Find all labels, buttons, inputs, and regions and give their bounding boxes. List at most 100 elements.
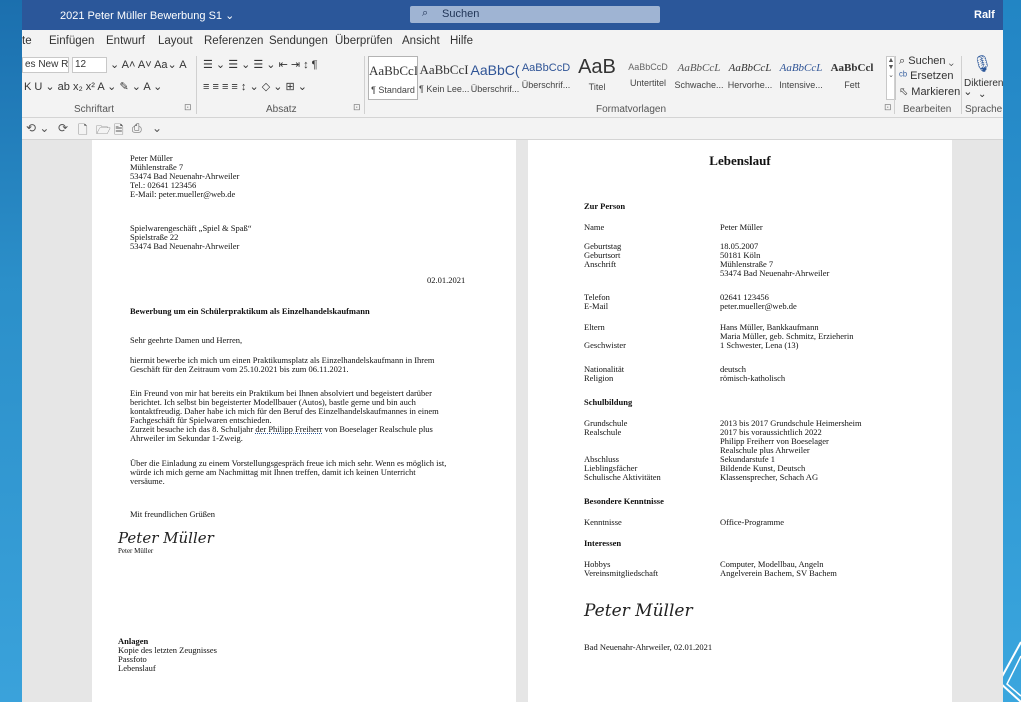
suchen-button[interactable]: ⌕ Suchen ⌄ <box>899 55 954 68</box>
ribbon-separator <box>894 56 895 114</box>
search-icon: ⌕ <box>422 7 429 19</box>
tab-ueberpruefen[interactable]: Überprüfen <box>335 35 393 47</box>
closing: Mit freundlichen Grüßen <box>130 509 215 519</box>
tab-referenzen[interactable]: Referenzen <box>204 35 263 47</box>
body-line: Geschäft für den Zeitraum vom 25.10.2021… <box>130 364 349 374</box>
cv-value: 53474 Bad Neuenahr-Ahrweiler <box>720 268 830 278</box>
style-fett[interactable]: AaBbCcl Fett <box>827 56 877 100</box>
redo-icon[interactable]: ⟳ <box>58 121 68 135</box>
background-right-band <box>1001 0 1021 702</box>
cv-label: Name <box>584 222 605 232</box>
cv-value: 1 Schwester, Lena (13) <box>720 340 799 350</box>
page-cv[interactable]: Lebenslauf Zur Person Name Peter Müller … <box>528 140 952 702</box>
search-box[interactable]: ⌕ Suchen <box>410 6 660 23</box>
cv-label: Realschule <box>584 427 622 437</box>
font-tools-row2[interactable]: K U ⌄ ab x₂ x² A ⌄ ✎ ⌄ A ⌄ <box>24 80 162 93</box>
style-ueberschrift2[interactable]: AaBbCcD Überschrif... <box>521 56 571 100</box>
cv-section-heading: Zur Person <box>584 201 626 211</box>
select-arrow-icon: ⬁ <box>899 86 909 98</box>
cv-section-heading: Besondere Kenntnisse <box>584 496 664 506</box>
new-document-icon[interactable]: 🗋 <box>78 121 88 142</box>
diktieren-dropdown-icon[interactable]: ⌄ <box>978 89 986 100</box>
font-tools-row1[interactable]: ⌄ A˄ A˅ Aa⌄ A <box>110 58 187 71</box>
tab-hilfe[interactable]: Hilfe <box>450 35 473 47</box>
diktieren-button[interactable]: Diktieren <box>964 78 1003 89</box>
style-titel[interactable]: AaB Titel <box>572 56 622 100</box>
cv-title: Lebenslauf <box>709 153 771 168</box>
salutation: Sehr geehrte Damen und Herren, <box>130 335 243 345</box>
word-window: 2021 Peter Müller Bewerbung S1 ⌄ ⌕ Suche… <box>22 0 1003 702</box>
group-label-formatvorlagen: Formatvorlagen <box>596 104 667 115</box>
document-title[interactable]: 2021 Peter Müller Bewerbung S1 ⌄ <box>60 9 234 22</box>
quick-access-toolbar: ⟲ ⌄ ⟳ 🗋 🗁 🗎 ⎙ ⌄ <box>22 118 1003 140</box>
paragraph-tools-row2[interactable]: ≡ ≡ ≡ ≡ ↕ ⌄ ◇ ⌄ ⊞ ⌄ <box>203 80 307 93</box>
cv-label: Religion <box>584 373 614 383</box>
letter-date: 02.01.2021 <box>427 275 466 285</box>
cv-section-heading: Schulbildung <box>584 397 633 407</box>
font-name-box[interactable]: es New R <box>22 57 69 73</box>
group-label-bearbeiten: Bearbeiten <box>903 104 952 115</box>
tab-entwurf[interactable]: Entwurf <box>106 35 145 47</box>
group-label-schriftart: Schriftart <box>74 104 115 115</box>
cv-label: Geschwister <box>584 340 627 350</box>
page-letter[interactable]: Peter Müller Mühlenstraße 7 53474 Bad Ne… <box>92 140 516 702</box>
tab-layout[interactable]: Layout <box>158 35 193 47</box>
schriftart-launcher-icon[interactable]: ⊡ <box>184 102 192 113</box>
ribbon: es New R 12 ⌄ A˄ A˅ Aa⌄ A K U ⌄ ab x₂ x²… <box>22 52 1003 118</box>
paragraph-tools-row1[interactable]: ☰ ⌄ ☰ ⌄ ☰ ⌄ ⇤ ⇥ ↕ ¶ <box>203 58 318 71</box>
cv-value: Klassensprecher, Schach AG <box>720 472 819 482</box>
body-line: versäume. <box>130 476 165 486</box>
letter-subject: Bewerbung um ein Schülerpraktikum als Ei… <box>130 306 370 316</box>
group-label-sprache: Sprache <box>965 104 1003 115</box>
style-ueberschrift1[interactable]: AaBbC(Überschrif... <box>470 56 520 100</box>
print-preview-icon[interactable]: 🗎 <box>114 121 124 142</box>
cv-label: Schulische Aktivitäten <box>584 472 661 482</box>
sender-line: E-Mail: peter.mueller@web.de <box>130 189 236 199</box>
cv-label: Vereinsmitgliedschaft <box>584 568 659 578</box>
group-label-absatz: Absatz <box>266 104 297 115</box>
style-untertitel[interactable]: AaBbCcD Untertitel <box>623 56 673 100</box>
styles-gallery: AaBbCcI ¶ Standard AaBbCcI ¶ Kein Lee... A… <box>368 56 884 100</box>
absatz-launcher-icon[interactable]: ⊡ <box>353 102 361 113</box>
style-kein-leerraum[interactable]: AaBbCcI ¶ Kein Lee... <box>419 56 469 100</box>
typed-name: Peter Müller <box>118 547 154 555</box>
cv-value: römisch-katholisch <box>720 373 786 383</box>
ribbon-separator <box>961 56 962 114</box>
style-schwache-hervorhebung[interactable]: AaBbCcL Schwache... <box>674 56 724 100</box>
ersetzen-button[interactable]: ᶜᵇ Ersetzen <box>899 70 954 82</box>
body-line: würde ich mich gerne am Nachmittag mit I… <box>130 467 416 477</box>
undo-icon[interactable]: ⟲ ⌄ <box>26 121 49 135</box>
cv-place-date: Bad Neuenahr-Ahrweiler, 02.01.2021 <box>584 642 713 652</box>
tab-einfuegen[interactable]: Einfügen <box>49 35 94 47</box>
cv-label: Anschrift <box>584 259 617 269</box>
attachment-item: Lebenslauf <box>118 663 156 673</box>
style-hervorhebung[interactable]: AaBbCcL Hervorhe... <box>725 56 775 100</box>
font-size-box[interactable]: 12 <box>72 57 107 73</box>
style-standard[interactable]: AaBbCcI ¶ Standard <box>368 56 418 100</box>
microphone-icon[interactable]: 🎙 <box>972 54 992 74</box>
print-icon[interactable]: ⎙ <box>132 121 142 136</box>
background-left-band <box>0 0 22 702</box>
style-intensive-hervorhebung[interactable]: AaBbCcL Intensive... <box>776 56 826 100</box>
cv-label: E-Mail <box>584 301 609 311</box>
cv-value: Peter Müller <box>720 222 763 232</box>
search-icon: ⌕ <box>899 55 906 67</box>
tab-start[interactable]: te <box>22 35 32 47</box>
cv-label: Eltern <box>584 322 605 332</box>
signature: Peter Müller <box>118 529 214 547</box>
ribbon-separator <box>196 56 197 114</box>
user-name[interactable]: Ralf <box>974 9 995 21</box>
customize-toolbar-icon[interactable]: ⌄ <box>152 121 162 135</box>
replace-icon: ᶜᵇ <box>899 70 908 82</box>
open-folder-icon[interactable]: 🗁 <box>96 121 111 142</box>
cv-label: Kenntnisse <box>584 517 622 527</box>
search-placeholder: Suchen <box>442 8 480 20</box>
cv-value: Office-Programme <box>720 517 785 527</box>
body-line: Ahrweiler im Sekundar 1-Zweig. <box>130 433 243 443</box>
formatvorlagen-launcher-icon[interactable]: ⊡ <box>884 102 892 113</box>
tab-sendungen[interactable]: Sendungen <box>269 35 328 47</box>
recipient-line: 53474 Bad Neuenahr-Ahrweiler <box>130 241 240 251</box>
cv-section-heading: Interessen <box>584 538 622 548</box>
tab-ansicht[interactable]: Ansicht <box>402 35 440 47</box>
document-area[interactable]: Peter Müller Mühlenstraße 7 53474 Bad Ne… <box>22 140 1003 702</box>
